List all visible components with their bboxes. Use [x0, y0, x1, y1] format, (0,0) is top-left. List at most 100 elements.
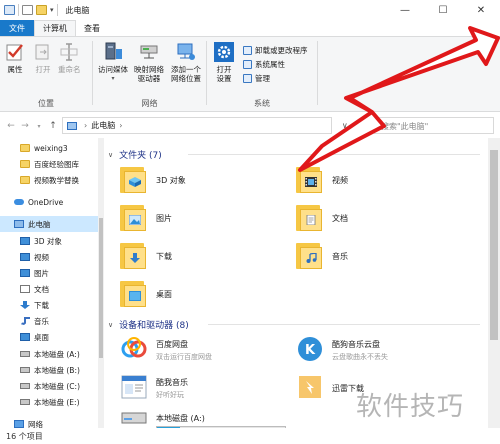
- drive-icon: [20, 399, 30, 405]
- nav-item-label: 本地磁盘 (E:): [34, 397, 80, 407]
- pc-icon: [14, 220, 24, 228]
- folder-videos[interactable]: 视频: [296, 162, 466, 198]
- manage-label: 管理: [255, 74, 270, 83]
- kuwo-music-icon: [120, 373, 148, 403]
- folder-icon: [20, 160, 30, 168]
- nav-item-weixing3[interactable]: weixing3: [0, 140, 98, 156]
- tab-view[interactable]: 查看: [76, 20, 108, 36]
- devices-section-header[interactable]: ∨ 设备和驱动器 (8): [108, 318, 480, 331]
- uninstall-program-button[interactable]: 卸载或更改程序: [243, 45, 308, 56]
- map-network-drive-button[interactable]: 映射网络 驱动器: [131, 41, 167, 83]
- media-server-icon: [102, 41, 124, 63]
- maximize-button[interactable]: ☐: [424, 0, 462, 20]
- nav-item-desktop[interactable]: 桌面: [0, 329, 98, 345]
- folder-music[interactable]: 音乐: [296, 238, 466, 274]
- drive-icon: [20, 351, 30, 357]
- open-settings-button[interactable]: 打开 设置: [211, 41, 237, 83]
- local-disk-icon: [120, 407, 148, 428]
- properties-label: 属性: [7, 65, 23, 74]
- nav-item-downloads[interactable]: 下载: [0, 297, 98, 313]
- section-rule: [208, 324, 480, 325]
- nav-item-music[interactable]: 音乐: [0, 313, 98, 329]
- nav-item-drive-e[interactable]: 本地磁盘 (E:): [0, 394, 98, 410]
- folder-3d-objects[interactable]: 3D 对象: [120, 162, 290, 198]
- manage-button[interactable]: 管理: [243, 73, 270, 84]
- nav-item-3d-objects[interactable]: 3D 对象: [0, 233, 98, 249]
- pc-icon[interactable]: [4, 5, 15, 15]
- ribbon-group-location: 属性 打开 重命名 位置: [0, 37, 92, 111]
- uninstall-program-label: 卸载或更改程序: [255, 46, 308, 55]
- nav-item-drive-a[interactable]: 本地磁盘 (A:): [0, 346, 98, 362]
- recent-locations-button[interactable]: ▾: [32, 123, 46, 130]
- device-label: 酷狗音乐云盘: [332, 339, 380, 349]
- forward-button[interactable]: →: [18, 121, 32, 131]
- folders-section-header[interactable]: ∨ 文件夹 (7): [108, 148, 480, 161]
- rename-button[interactable]: 重命名: [58, 41, 81, 74]
- address-actions: ∨ ↻: [338, 117, 366, 134]
- nav-item-label: 本地磁盘 (A:): [34, 349, 80, 359]
- folder-documents[interactable]: 文档: [296, 200, 466, 236]
- quick-access-toolbar: ▾: [0, 0, 58, 20]
- tab-computer[interactable]: 计算机: [34, 20, 76, 36]
- search-input[interactable]: 搜索"此电脑": [374, 117, 494, 134]
- nav-item-videos[interactable]: 视频: [0, 249, 98, 265]
- 3d-objects-icon: [20, 237, 30, 245]
- baidu-netdisk-icon: [120, 335, 148, 365]
- open-button[interactable]: 打开: [32, 41, 54, 74]
- drive-icon: [20, 367, 30, 373]
- folder-label: 文档: [332, 213, 348, 223]
- chevron-down-icon: ∨: [108, 320, 114, 329]
- close-button[interactable]: ✕: [462, 0, 500, 20]
- device-kugou-cloud[interactable]: K 酷狗音乐云盘 云盘歌曲永不丢失: [296, 332, 466, 368]
- content-scrollbar-thumb[interactable]: [490, 150, 498, 340]
- address-field[interactable]: › 此电脑 ›: [62, 117, 332, 134]
- watermark-text: 软件技巧: [356, 392, 465, 422]
- properties-button[interactable]: 属性: [4, 41, 26, 74]
- 3d-objects-icon: [120, 165, 148, 195]
- nav-item-pictures[interactable]: 图片: [0, 265, 98, 281]
- back-button[interactable]: ←: [4, 121, 18, 131]
- address-dropdown-button[interactable]: ∨: [342, 121, 348, 130]
- music-icon: [296, 241, 324, 271]
- nav-item-label: 音乐: [34, 316, 49, 326]
- nav-item-drive-b[interactable]: 本地磁盘 (B:): [0, 362, 98, 378]
- breadcrumb-separator: ›: [119, 121, 123, 130]
- customize-toolbar-icon[interactable]: ▾: [50, 6, 54, 14]
- system-properties-button[interactable]: 系统属性: [243, 59, 285, 70]
- up-button[interactable]: ↑: [46, 121, 60, 131]
- video-icon: [296, 165, 324, 195]
- nav-item-baidu-gallery[interactable]: 百度经验图库: [0, 156, 98, 172]
- nav-item-documents[interactable]: 文档: [0, 281, 98, 297]
- breadcrumb-this-pc[interactable]: 此电脑: [91, 120, 115, 131]
- minimize-button[interactable]: —: [386, 0, 424, 20]
- nav-item-label: 3D 对象: [34, 236, 62, 246]
- programs-icon: [243, 46, 252, 55]
- new-folder-icon[interactable]: [36, 5, 47, 15]
- access-media-label: 访问媒体: [98, 65, 128, 74]
- kugou-cloud-icon: K: [296, 335, 324, 365]
- nav-item-video-tutorial[interactable]: 视频教学替换: [0, 172, 98, 188]
- window-title: 此电脑: [65, 5, 90, 15]
- nav-item-onedrive[interactable]: OneDrive: [0, 194, 98, 210]
- system-properties-icon: [243, 60, 252, 69]
- content-pane: ∨ 文件夹 (7) 3D 对象 视频 图片 文档 下载 音乐 桌面 ∨ 设备和驱…: [104, 138, 488, 428]
- folder-downloads[interactable]: 下载: [120, 238, 290, 274]
- properties-icon[interactable]: [22, 5, 33, 15]
- add-network-location-button[interactable]: 添加一个 网络位置: [167, 41, 205, 83]
- device-baidu-netdisk[interactable]: 百度网盘 双击运行百度网盘: [120, 332, 290, 368]
- nav-item-this-pc[interactable]: 此电脑: [0, 216, 98, 232]
- chevron-down-icon: ∨: [108, 150, 114, 159]
- access-media-button[interactable]: 访问媒体 ▾: [95, 41, 131, 83]
- nav-item-drive-c[interactable]: 本地磁盘 (C:): [0, 378, 98, 394]
- folder-pictures[interactable]: 图片: [120, 200, 290, 236]
- folder-desktop[interactable]: 桌面: [120, 276, 290, 312]
- refresh-button[interactable]: ↻: [355, 121, 362, 130]
- pictures-icon: [120, 203, 148, 233]
- device-kuwo-music[interactable]: 酷我音乐 好听好玩: [120, 370, 290, 406]
- device-local-disk-a[interactable]: 本地磁盘 (A:): [120, 404, 290, 428]
- nav-scrollbar-thumb[interactable]: [99, 218, 103, 358]
- device-subtitle: 双击运行百度网盘: [156, 352, 212, 361]
- downloads-icon: [120, 241, 148, 271]
- tab-file[interactable]: 文件: [0, 20, 34, 36]
- add-network-location-label: 添加一个 网络位置: [171, 65, 201, 83]
